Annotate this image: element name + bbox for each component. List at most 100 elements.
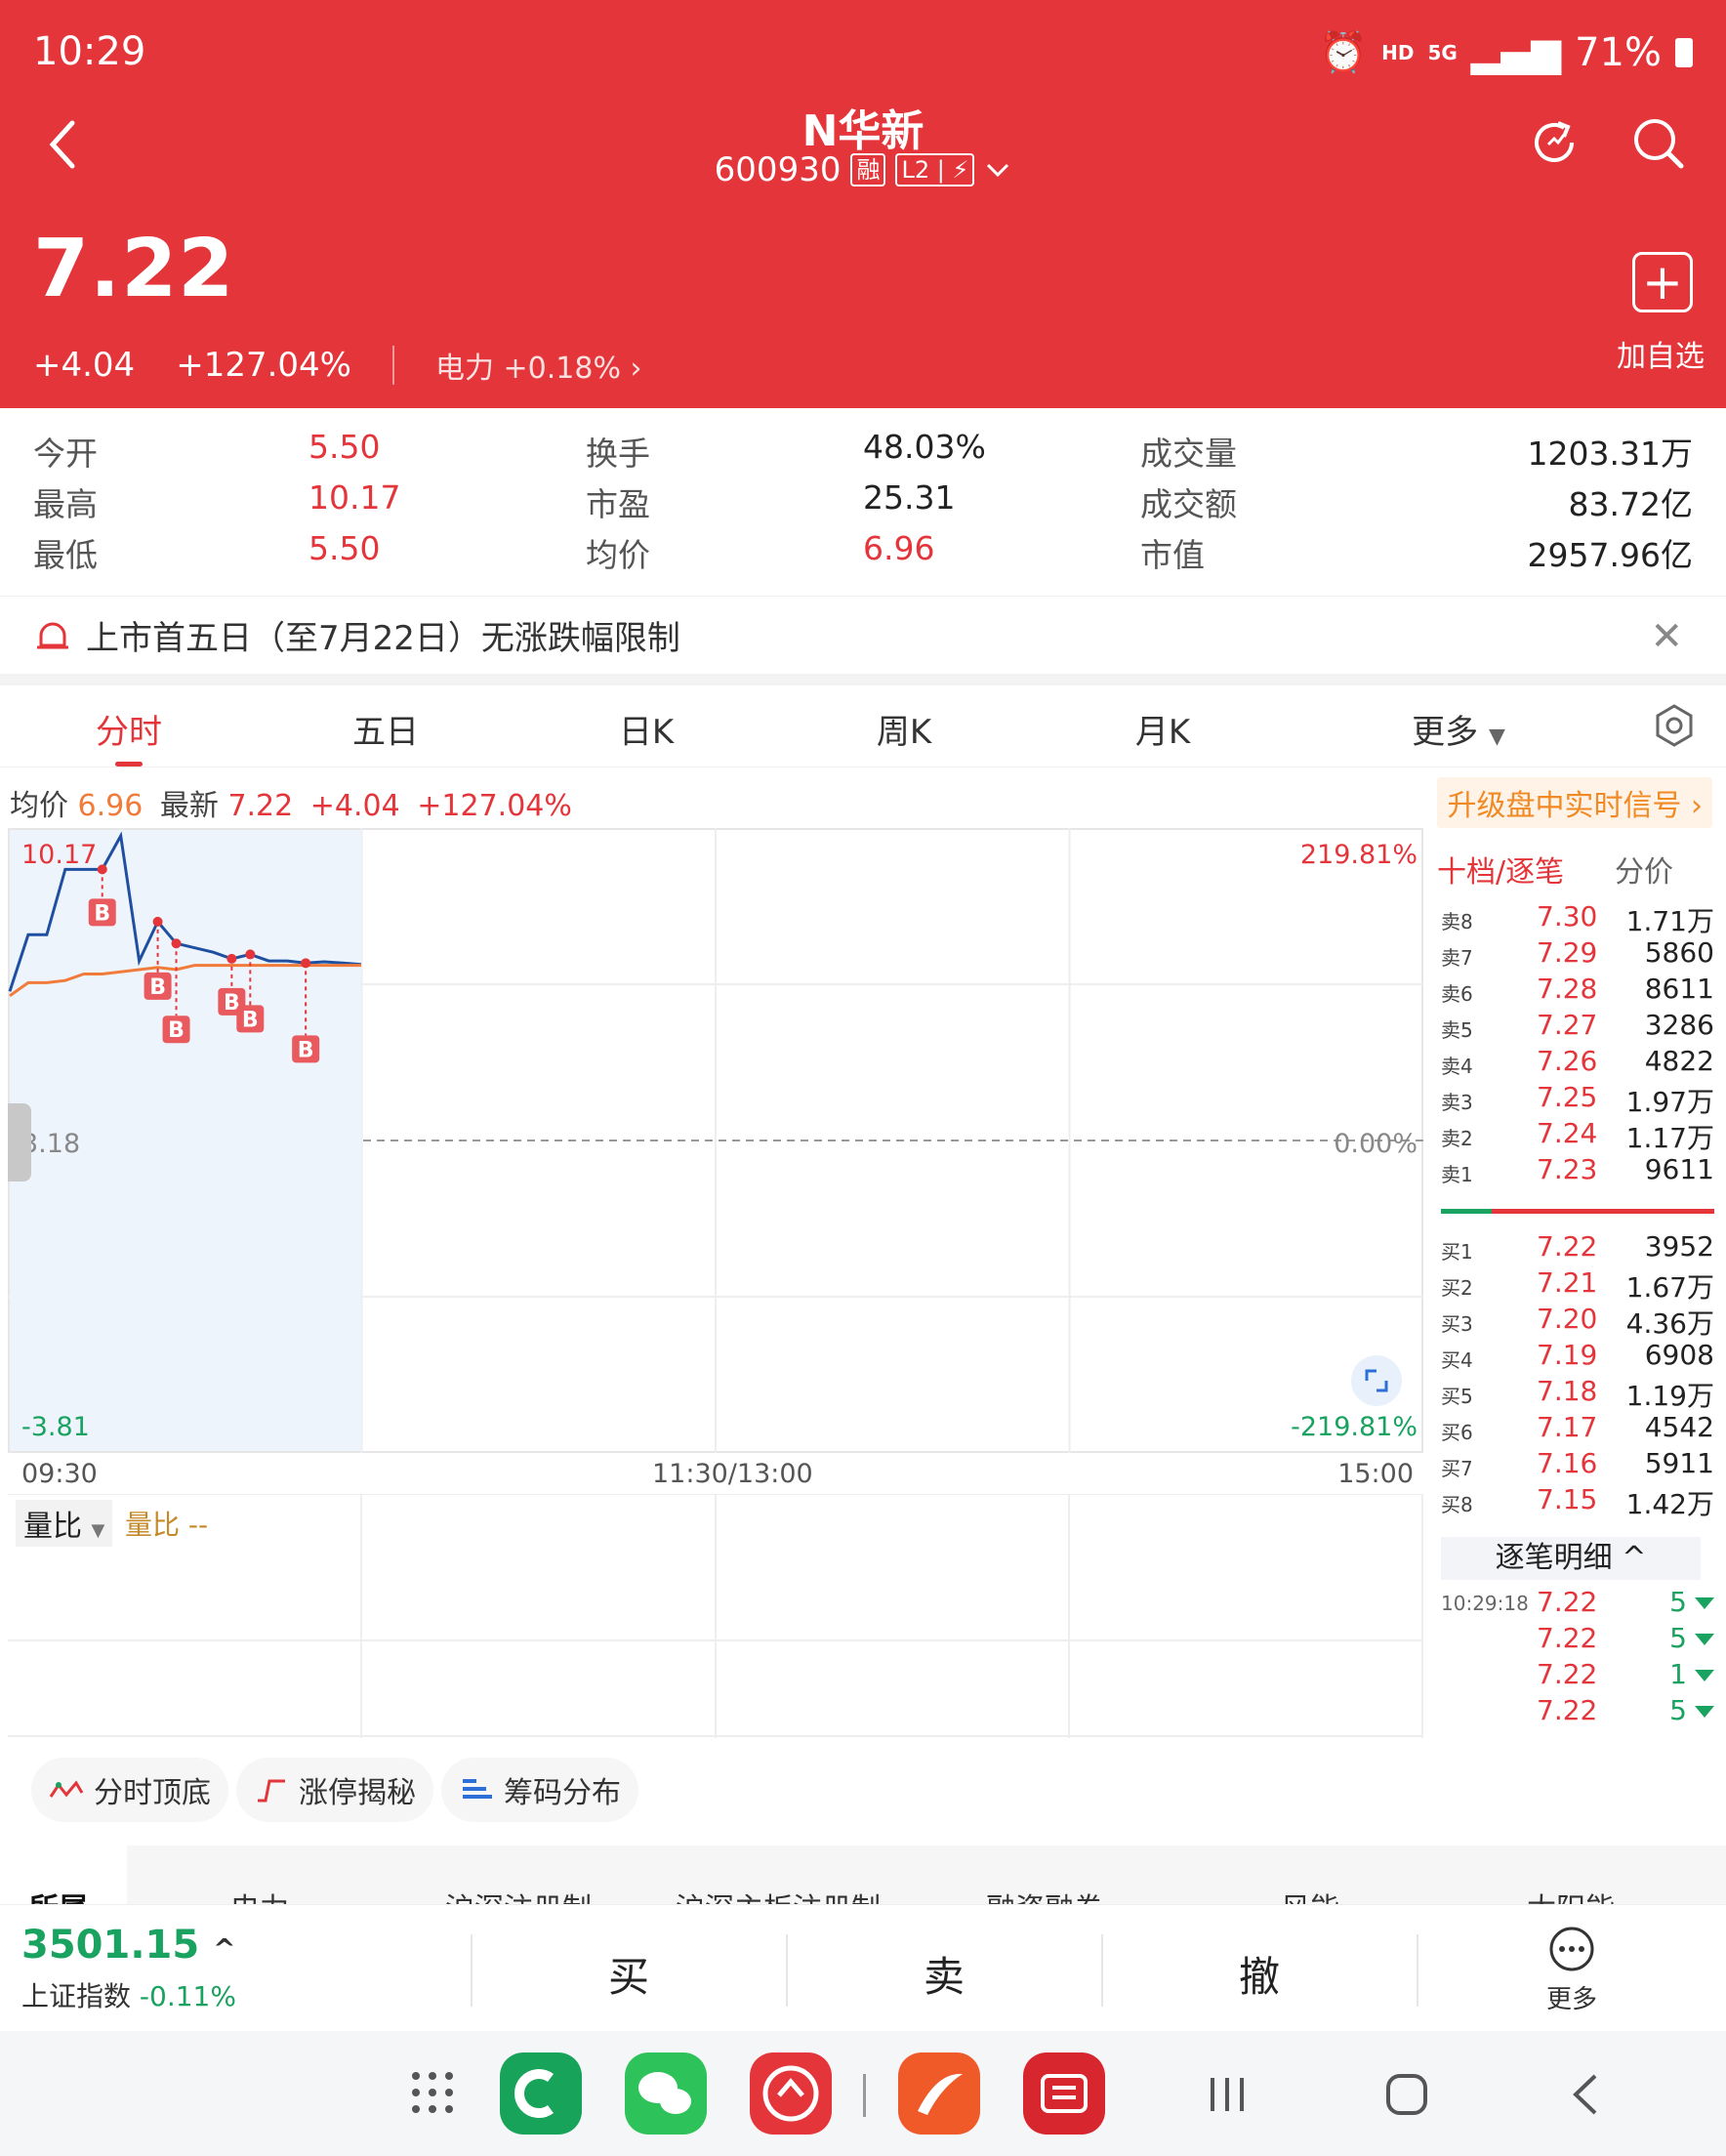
- news-app-icon[interactable]: [898, 2052, 980, 2135]
- bid-row[interactable]: 买6 7.17 4542: [1441, 1411, 1714, 1446]
- divider: [863, 2074, 866, 2117]
- ask-row[interactable]: 卖3 7.25 1.97万: [1441, 1081, 1714, 1118]
- level-volume: 3952: [1644, 1230, 1714, 1263]
- sell-button[interactable]: 卖: [924, 1944, 965, 2004]
- bid-row[interactable]: 买1 7.22 3952: [1441, 1230, 1714, 1265]
- tab-five-day[interactable]: 五日: [352, 705, 419, 753]
- buy-button[interactable]: 买: [608, 1944, 649, 2004]
- more-button[interactable]: 更多: [1542, 1925, 1601, 2015]
- level-price: 7.24: [1537, 1117, 1598, 1149]
- concept-tag[interactable]: 沪深注册制: [445, 1885, 592, 1904]
- tab-more[interactable]: 更多 ▼: [1412, 705, 1505, 753]
- ask-row[interactable]: 卖8 7.30 1.71万: [1441, 900, 1714, 937]
- bid-row[interactable]: 买7 7.16 5911: [1441, 1447, 1714, 1482]
- level-price: 7.20: [1537, 1303, 1598, 1335]
- y-top-label: 10.17: [21, 840, 98, 870]
- active-tab-indicator: [115, 762, 143, 767]
- concept-header: 所属: [29, 1885, 88, 1904]
- concept-tag[interactable]: 沪深主板注册制: [676, 1885, 881, 1904]
- marker-dot: [152, 916, 163, 927]
- level-volume: 4542: [1644, 1411, 1714, 1443]
- pe-label: 市盈: [586, 485, 650, 523]
- chip-distribution-button[interactable]: 筹码分布: [441, 1758, 638, 1822]
- marker-dot: [171, 938, 182, 949]
- tab-intraday[interactable]: 分时: [96, 705, 162, 753]
- intraday-chart[interactable]: BBBBBB 10.17 3.18 -3.81 219.81% 0.00% -2…: [8, 828, 1423, 1489]
- price-distribution-tab[interactable]: 分价: [1615, 848, 1673, 891]
- tab-weekly-k[interactable]: 周K: [877, 705, 931, 753]
- concept-tag[interactable]: 太阳能: [1527, 1885, 1615, 1904]
- sector-link[interactable]: 电力 +0.18% ›: [435, 344, 642, 387]
- level-volume: 5860: [1644, 936, 1714, 969]
- nav-back-button[interactable]: [1562, 2070, 1611, 2123]
- latest-change: +4.04: [309, 789, 400, 823]
- intraday-top-bottom-button[interactable]: 分时顶底: [31, 1758, 228, 1822]
- app-drawer-icon[interactable]: [408, 2068, 457, 2117]
- level-label: 卖2: [1441, 1127, 1473, 1150]
- tab-daily-k[interactable]: 日K: [619, 705, 674, 753]
- bid-row[interactable]: 买3 7.20 4.36万: [1441, 1303, 1714, 1340]
- bid-row[interactable]: 买2 7.21 1.67万: [1441, 1266, 1714, 1304]
- settings-icon[interactable]: [1652, 703, 1697, 748]
- bell-icon: [37, 622, 68, 648]
- ask-row[interactable]: 卖2 7.24 1.17万: [1441, 1117, 1714, 1154]
- recents-button[interactable]: [1203, 2070, 1252, 2123]
- cancel-order-button[interactable]: 撤: [1239, 1944, 1280, 2004]
- bid-row[interactable]: 买5 7.18 1.19万: [1441, 1375, 1714, 1412]
- battery-icon: [1675, 37, 1693, 67]
- chart-summary: 均价 6.96 最新 7.22 +4.04 +127.04%: [10, 781, 572, 824]
- ask-row[interactable]: 卖6 7.28 8611: [1441, 973, 1714, 1008]
- concept-tag[interactable]: 电力: [230, 1885, 289, 1904]
- avg-label: 均价: [586, 536, 650, 574]
- wechat-app-icon[interactable]: [625, 2052, 707, 2135]
- limit-up-reveal-button[interactable]: 涨停揭秘: [236, 1758, 433, 1822]
- tab-more-label: 更多: [1412, 713, 1479, 752]
- ask-row[interactable]: 卖4 7.26 4822: [1441, 1045, 1714, 1080]
- tick-detail-toggle[interactable]: 逐笔明细 ^: [1441, 1537, 1701, 1580]
- stock-code-row[interactable]: 600930 融 L2 | ⚡: [0, 150, 1726, 189]
- mcap-value: 2957.96亿: [1527, 536, 1693, 574]
- orderbook-tab[interactable]: 十档/逐笔: [1437, 848, 1564, 891]
- intraday-chart-svg: BBBBBB: [8, 828, 1423, 1453]
- level-volume: 1.19万: [1625, 1380, 1714, 1412]
- close-notice-button[interactable]: ✕: [1650, 614, 1683, 659]
- level2-tag: L2 | ⚡: [895, 153, 975, 187]
- grid-dots-icon: [412, 2072, 453, 2113]
- level-volume: 1.71万: [1625, 905, 1714, 937]
- add-watchlist-button[interactable]: +: [1632, 252, 1693, 312]
- alarm-icon: ⏰: [1319, 30, 1369, 75]
- bid-row[interactable]: 买8 7.15 1.42万: [1441, 1483, 1714, 1520]
- divider: [786, 1934, 788, 2007]
- ask-row[interactable]: 卖7 7.29 5860: [1441, 936, 1714, 972]
- marker-dot: [226, 953, 237, 964]
- level-volume: 1.17万: [1625, 1122, 1714, 1154]
- ask-row[interactable]: 卖1 7.23 9611: [1441, 1153, 1714, 1188]
- price-change-pct: +127.04%: [176, 346, 351, 385]
- index-change: -0.11%: [139, 1980, 236, 2012]
- volume-ratio-selector[interactable]: 量比 ▼: [16, 1500, 113, 1547]
- phone-app-icon[interactable]: [500, 2052, 582, 2135]
- low-value: 5.50: [308, 529, 381, 567]
- level-volume: 1.67万: [1625, 1271, 1714, 1304]
- level-price: 7.16: [1537, 1447, 1598, 1479]
- netease-app-icon[interactable]: [1023, 2052, 1105, 2135]
- upgrade-signal-button[interactable]: 升级盘中实时信号 ›: [1437, 777, 1712, 828]
- pct-top-label: 219.81%: [1299, 840, 1418, 870]
- huatai-app-icon[interactable]: [750, 2052, 832, 2135]
- index-value[interactable]: 3501.15 ^: [21, 1923, 236, 1968]
- bid-ratio-fill: [1441, 1209, 1492, 1214]
- home-button[interactable]: [1382, 2070, 1431, 2123]
- index-name: 上证指数: [21, 1980, 132, 2012]
- tab-monthly-k[interactable]: 月K: [1135, 705, 1190, 753]
- refresh-button[interactable]: [1525, 113, 1583, 176]
- level-label: 卖4: [1441, 1055, 1473, 1078]
- concept-tag[interactable]: 风能: [1281, 1885, 1339, 1904]
- search-button[interactable]: [1628, 113, 1687, 176]
- fullscreen-button[interactable]: [1351, 1355, 1402, 1406]
- bid-row[interactable]: 买4 7.19 6908: [1441, 1339, 1714, 1374]
- ask-row[interactable]: 卖5 7.27 3286: [1441, 1009, 1714, 1044]
- buy-signal-label: B: [94, 901, 110, 926]
- concept-tag[interactable]: 融资融券: [986, 1885, 1103, 1904]
- side-handle[interactable]: [8, 1103, 31, 1182]
- open-label: 今开: [33, 435, 98, 473]
